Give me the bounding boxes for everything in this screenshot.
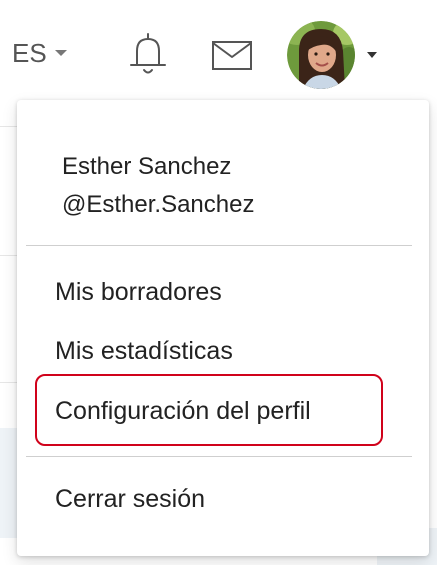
- menu-divider: [26, 456, 412, 457]
- user-dropdown-menu: Esther Sanchez @Esther.Sanchez Mis borra…: [17, 100, 429, 556]
- chevron-down-icon: [54, 50, 67, 56]
- avatar: [287, 21, 355, 89]
- mail-icon: [212, 41, 252, 70]
- menu-item-drafts[interactable]: Mis borradores: [55, 275, 222, 309]
- notifications-button[interactable]: [127, 30, 169, 80]
- user-menu-button[interactable]: [287, 21, 387, 89]
- menu-item-profile-settings[interactable]: Configuración del perfil: [55, 394, 311, 428]
- messages-button[interactable]: [210, 38, 258, 74]
- menu-divider: [26, 245, 412, 246]
- menu-item-logout[interactable]: Cerrar sesión: [55, 482, 205, 516]
- user-name: Esther Sanchez: [62, 153, 232, 180]
- language-selector[interactable]: ES: [12, 35, 67, 71]
- user-handle: @Esther.Sanchez: [62, 191, 255, 218]
- user-avatar: [287, 21, 355, 89]
- caret-down-icon: [367, 52, 377, 58]
- user-info: Esther Sanchez @Esther.Sanchez: [62, 148, 254, 224]
- menu-item-statistics[interactable]: Mis estadísticas: [55, 334, 233, 368]
- bell-icon: [130, 33, 166, 74]
- language-label: ES: [12, 37, 47, 68]
